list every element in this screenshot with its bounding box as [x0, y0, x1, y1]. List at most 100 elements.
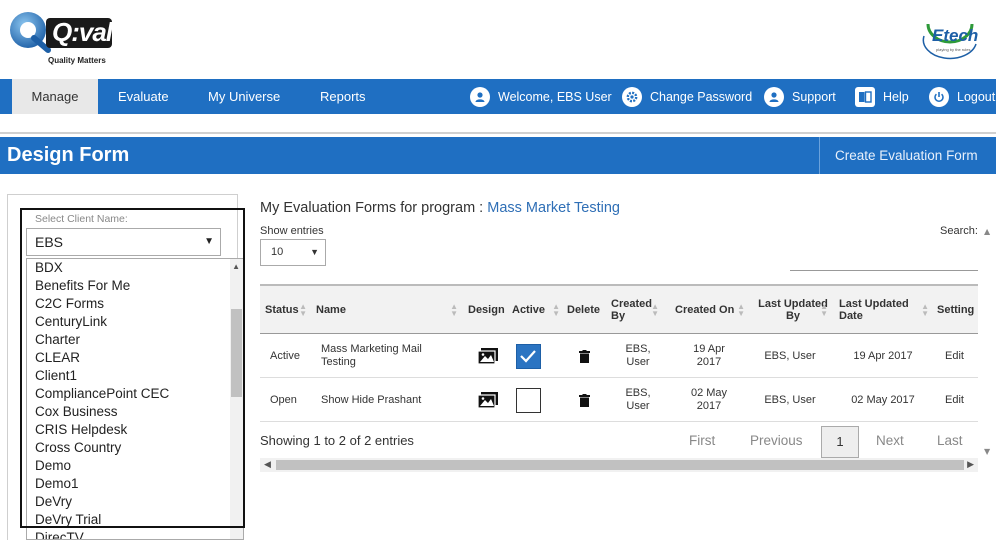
sort-icon: ▲ ▼	[651, 302, 659, 318]
row-edit-link[interactable]: Edit	[945, 378, 964, 422]
checkbox-checked[interactable]	[515, 343, 541, 369]
main-navbar: Manage Evaluate My Universe Reports Welc…	[0, 79, 996, 114]
design-image-icon[interactable]	[468, 378, 508, 422]
etech-logo-text: Etech	[932, 26, 979, 45]
logout-label: Logout	[957, 89, 996, 104]
pager-first[interactable]: First	[689, 433, 715, 448]
col-last-updated-date[interactable]: Last Updated Date ▲ ▼	[839, 286, 931, 334]
row-updated-by: EBS, User	[764, 349, 816, 362]
nav-change-password[interactable]: Change Password	[622, 79, 752, 114]
col-status[interactable]: Status ▲ ▼	[265, 286, 307, 334]
col-created-by[interactable]: Created By ▲ ▼	[611, 286, 661, 334]
col-active[interactable]: Active ▲ ▼	[512, 286, 562, 334]
page-titlebar: Design Form Create Evaluation Form	[0, 137, 996, 174]
search-input[interactable]	[790, 270, 978, 271]
client-option[interactable]: CLEAR	[27, 349, 243, 367]
sort-icon: ▲ ▼	[299, 302, 307, 318]
user-icon	[470, 86, 490, 107]
client-option[interactable]: Demo1	[27, 475, 243, 493]
qeval-logo: Q:val Quality Matters	[8, 8, 118, 70]
client-select-label: Select Client Name:	[35, 213, 128, 225]
table-row: Active Mass Marketing Mail Testing EBS, …	[260, 334, 978, 378]
pager-next[interactable]: Next	[876, 433, 904, 448]
table-row: Open Show Hide Prashant EBS, User 02 May…	[260, 378, 978, 422]
pager-previous[interactable]: Previous	[750, 433, 803, 448]
client-option[interactable]: Charter	[27, 331, 243, 349]
active-checkbox[interactable]	[515, 334, 541, 378]
col-created-on[interactable]: Created On ▲ ▼	[675, 286, 747, 334]
col-last-updated-by[interactable]: Last Updated By ▲ ▼	[756, 286, 830, 334]
col-name[interactable]: Name ▲ ▼	[316, 286, 460, 334]
welcome-label: Welcome, EBS User	[498, 89, 612, 104]
nav-help[interactable]: Help	[855, 79, 909, 114]
client-option[interactable]: DeVry	[27, 493, 243, 511]
client-option[interactable]: CompliancePoint CEC	[27, 385, 243, 403]
nav-evaluate[interactable]: Evaluate	[98, 79, 189, 114]
table-horizontal-scrollbar[interactable]: ◀ ▶	[260, 458, 978, 472]
active-checkbox[interactable]	[515, 378, 541, 422]
client-option[interactable]: Benefits For Me	[27, 277, 243, 295]
scroll-left-icon[interactable]: ◀	[264, 459, 271, 470]
client-option[interactable]: Cox Business	[27, 403, 243, 421]
sort-icon: ▲ ▼	[737, 302, 745, 318]
client-option[interactable]: Demo	[27, 457, 243, 475]
trash-icon[interactable]	[572, 334, 596, 378]
client-option[interactable]: DeVry Trial	[27, 511, 243, 529]
client-option[interactable]: BDX	[27, 259, 243, 277]
sort-icon: ▲ ▼	[552, 302, 560, 318]
col-delete: Delete	[567, 304, 601, 316]
nav-my-universe[interactable]: My Universe	[188, 79, 300, 114]
row-updated-date: 02 May 2017	[851, 393, 915, 406]
client-option[interactable]: Client1	[27, 367, 243, 385]
row-created-on: 19 Apr 2017	[693, 343, 725, 368]
row-created-on: 02 May 2017	[690, 387, 728, 412]
program-heading: My Evaluation Forms for program : Mass M…	[260, 200, 620, 216]
scroll-up-icon[interactable]: ▲	[232, 262, 240, 271]
table-vertical-scrollbar[interactable]: ▲ ▼	[980, 222, 996, 462]
client-option[interactable]: DirecTV	[27, 529, 243, 539]
nav-welcome-user[interactable]: Welcome, EBS User	[470, 79, 612, 114]
client-option[interactable]: C2C Forms	[27, 295, 243, 313]
client-option[interactable]: Cross Country	[27, 439, 243, 457]
scroll-right-icon[interactable]: ▶	[967, 459, 974, 470]
row-updated-date: 19 Apr 2017	[853, 349, 913, 362]
nav-support[interactable]: Support	[764, 79, 836, 114]
page-title: Design Form	[7, 144, 130, 166]
search-label: Search:	[940, 225, 978, 237]
row-updated-by: EBS, User	[764, 393, 816, 406]
sort-icon: ▲ ▼	[921, 302, 929, 318]
showing-entries-text: Showing 1 to 2 of 2 entries	[260, 433, 414, 448]
client-option[interactable]: CenturyLink	[27, 313, 243, 331]
client-list-scrollbar[interactable]	[230, 259, 243, 539]
client-dropdown-list[interactable]: BDX Benefits For Me C2C Forms CenturyLin…	[26, 258, 244, 540]
nav-reports[interactable]: Reports	[300, 79, 386, 114]
client-select[interactable]: EBS ▼	[26, 228, 221, 256]
etech-tagline: playing by the rules	[936, 47, 971, 52]
show-entries-label: Show entries	[260, 225, 324, 237]
support-label: Support	[792, 89, 836, 104]
trash-icon[interactable]	[572, 378, 596, 422]
nav-manage[interactable]: Manage	[12, 79, 98, 114]
program-name-link[interactable]: Mass Market Testing	[487, 200, 620, 216]
horizontal-scroll-thumb[interactable]	[276, 460, 964, 470]
help-book-icon	[855, 86, 875, 107]
design-image-icon[interactable]	[468, 334, 508, 378]
row-created-by: EBS, User	[625, 387, 651, 412]
power-icon	[929, 86, 949, 107]
pager-last[interactable]: Last	[937, 433, 963, 448]
pager-current-page[interactable]: 1	[821, 426, 859, 458]
create-evaluation-form-button[interactable]: Create Evaluation Form	[835, 137, 978, 174]
col-setting: Setting	[937, 304, 975, 316]
nav-logout[interactable]: Logout	[929, 79, 995, 114]
client-option[interactable]: CRIS Helpdesk	[27, 421, 243, 439]
entries-select[interactable]: 10 ▼	[260, 239, 326, 266]
row-status: Open	[270, 393, 297, 406]
sort-icon: ▲ ▼	[450, 302, 458, 318]
chevron-down-icon: ▼	[204, 236, 214, 247]
svg-text:▲: ▲	[984, 227, 991, 236]
etech-logo: Etech playing by the rules	[918, 16, 982, 60]
checkbox-unchecked[interactable]	[515, 387, 541, 413]
entries-select-value: 10	[271, 246, 284, 258]
client-list-scroll-thumb[interactable]	[231, 309, 242, 397]
row-edit-link[interactable]: Edit	[945, 334, 964, 378]
